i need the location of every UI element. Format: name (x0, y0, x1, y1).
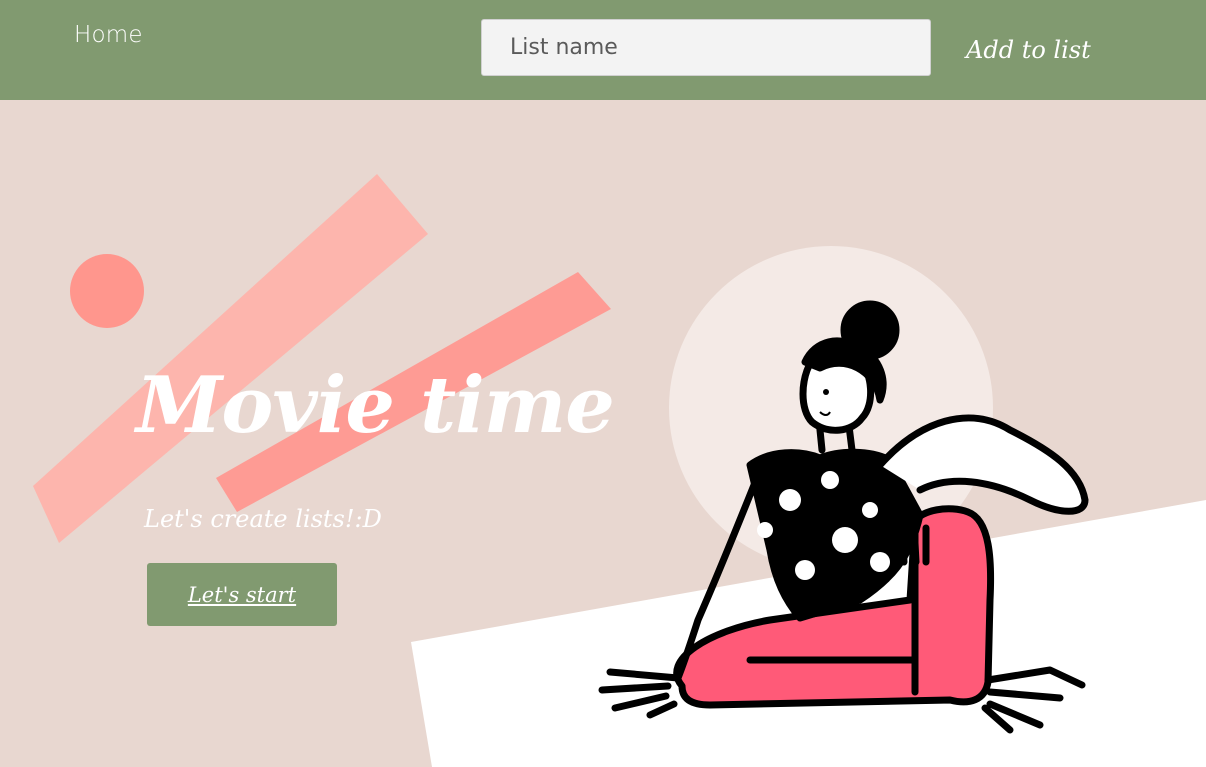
hero-section: Movie time Let's create lists!:D Let's s… (0, 100, 1206, 767)
pink-dot (70, 254, 144, 328)
woman-illustration (598, 300, 1089, 734)
hero-subtitle: Let's create lists!:D (144, 505, 382, 533)
nav-home-link[interactable]: Home (74, 22, 143, 48)
top-navbar: Home Add to list (0, 0, 1206, 100)
add-to-list-button[interactable]: Add to list (966, 30, 1096, 70)
hero-title: Movie time (136, 360, 615, 451)
list-name-input[interactable] (481, 19, 931, 76)
lets-start-button[interactable]: Let's start (147, 563, 337, 626)
